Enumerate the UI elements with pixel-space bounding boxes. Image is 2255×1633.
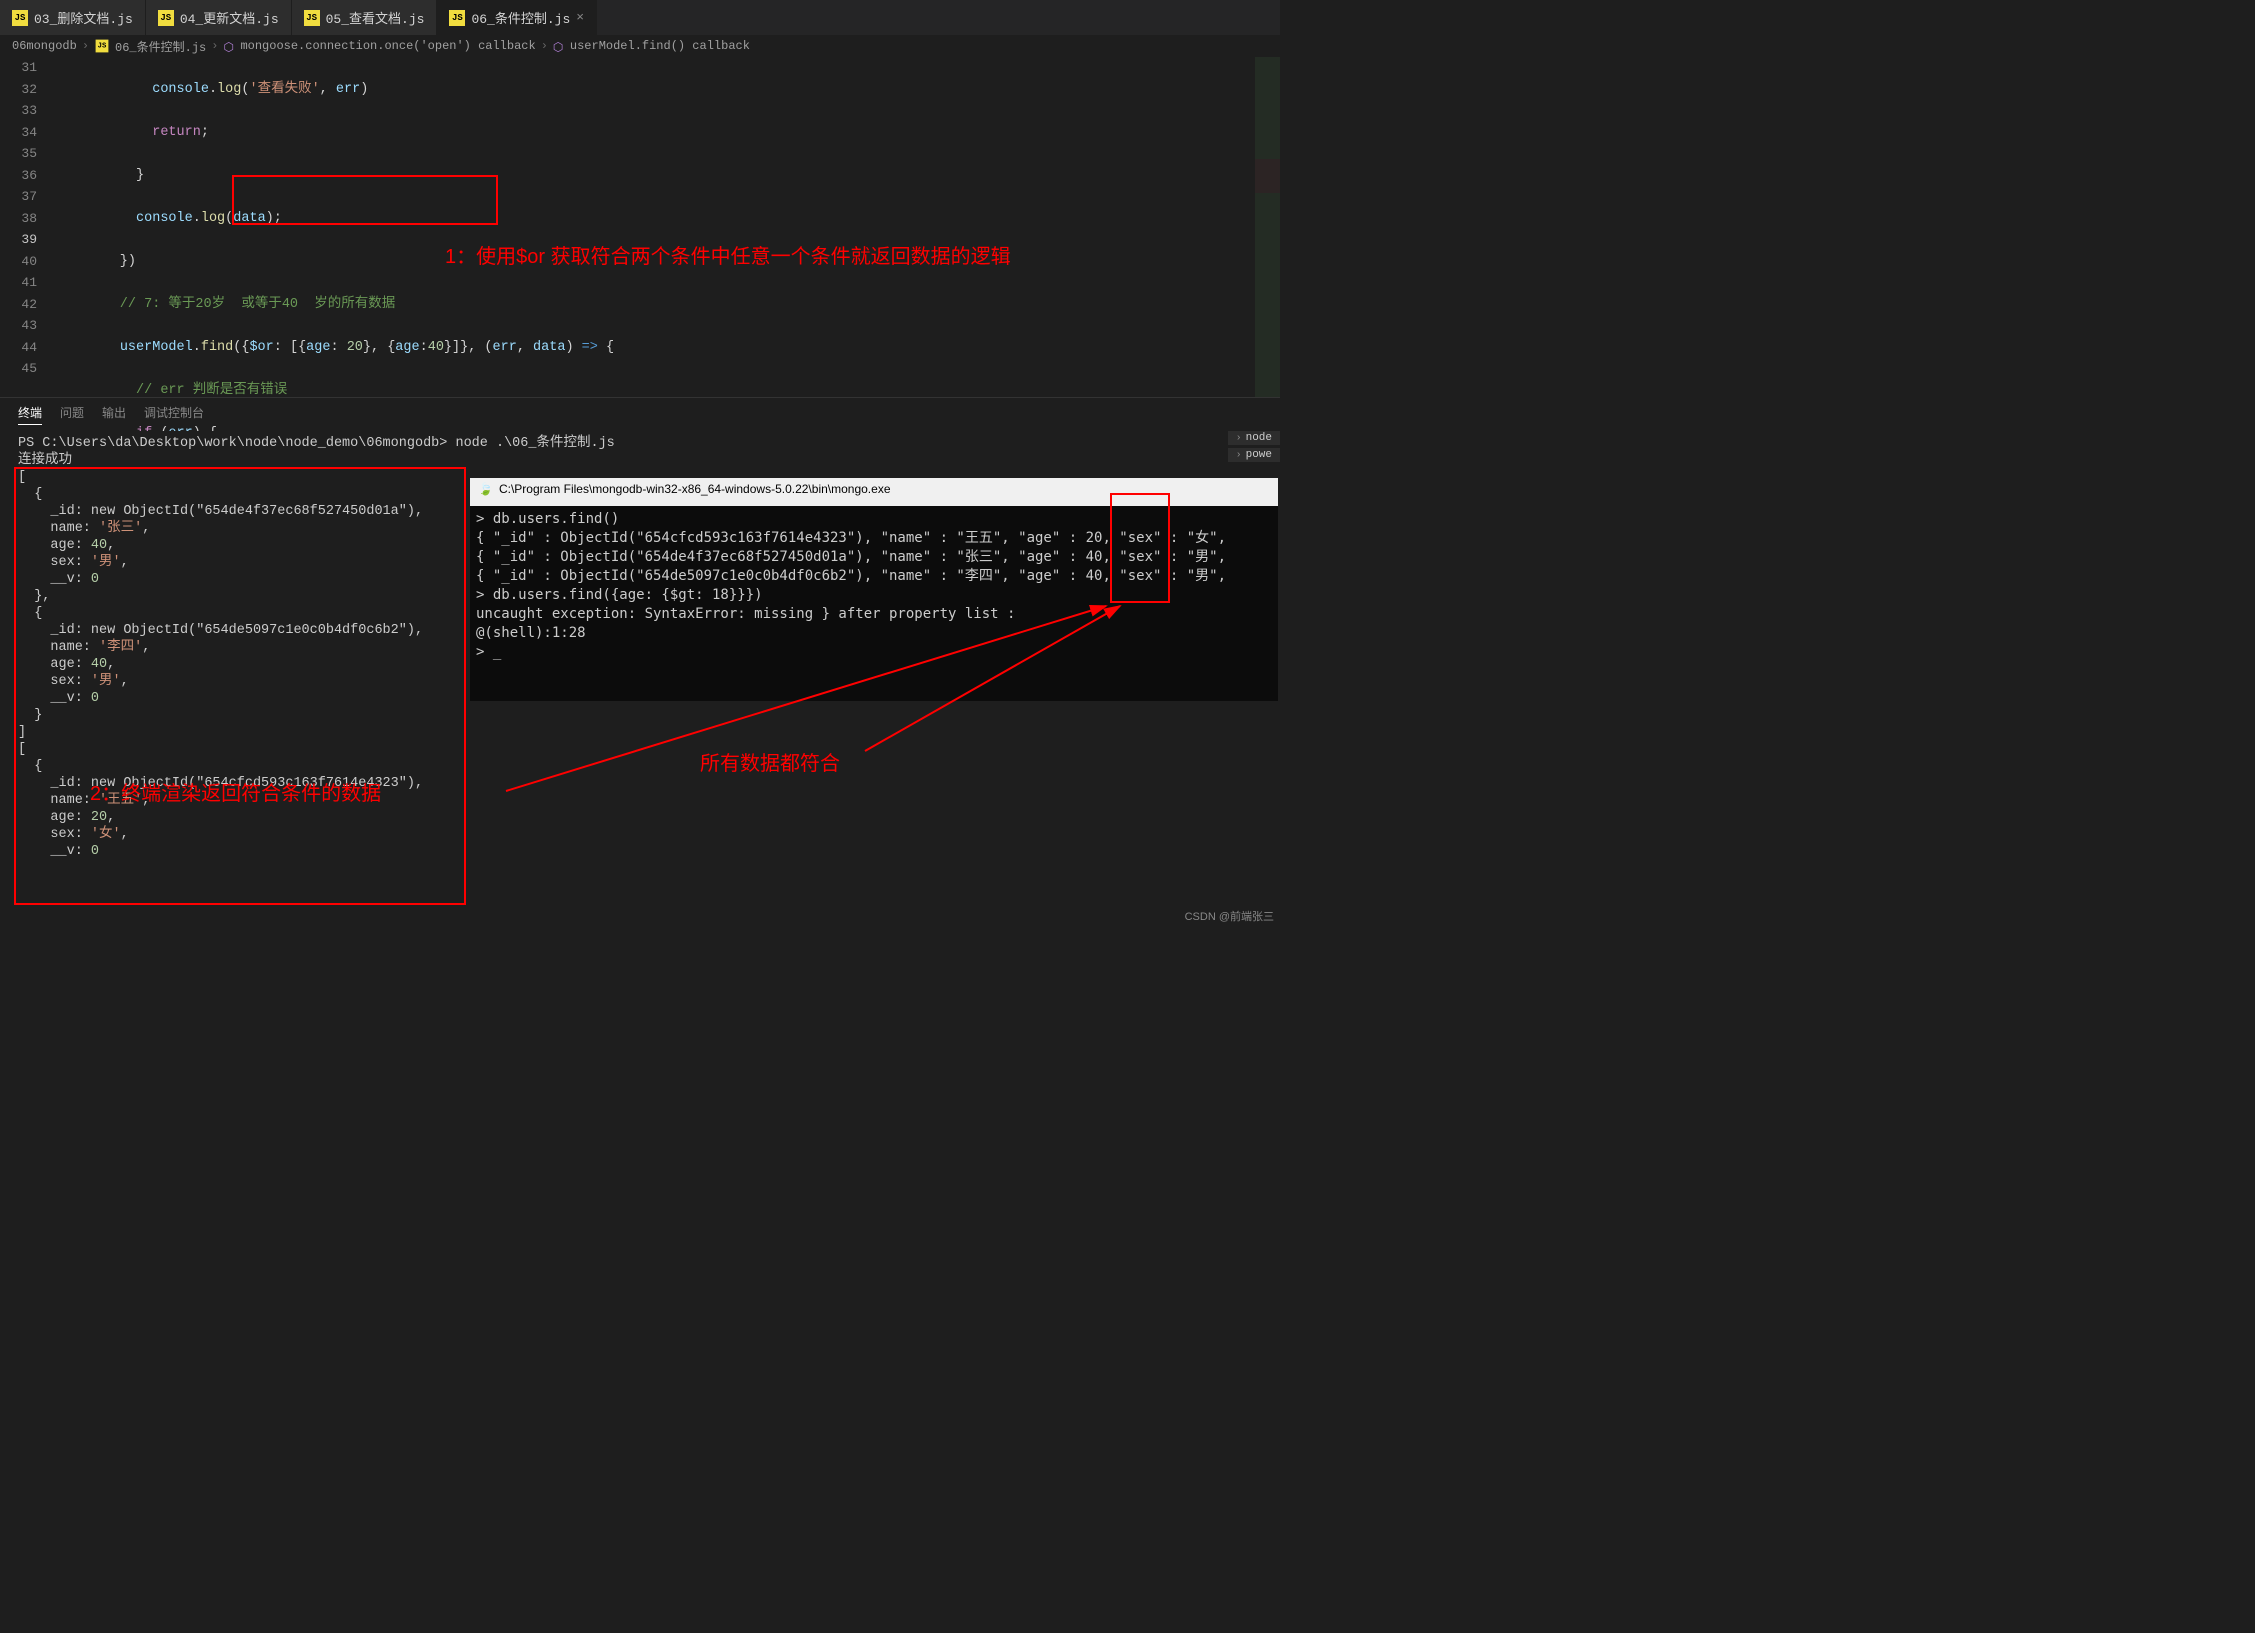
chevron-right-icon: › (541, 39, 548, 53)
tab-label: 05_查看文档.js (326, 8, 425, 27)
close-icon[interactable]: × (576, 10, 584, 25)
side-item-powershell[interactable]: ›powe (1228, 448, 1280, 462)
chevron-right-icon: › (211, 39, 218, 53)
chevron-right-icon: › (1236, 450, 1242, 461)
cube-icon (223, 40, 235, 52)
annotation-2: 2：终端渲染返回符合条件的数据 (90, 777, 381, 806)
breadcrumb: 06mongodb › JS 06_条件控制.js › mongoose.con… (0, 35, 1280, 57)
tab-04[interactable]: JS 04_更新文档.js (146, 0, 292, 35)
watermark: CSDN @前端张三 (1185, 908, 1274, 924)
tab-label: 06_条件控制.js (471, 8, 570, 27)
side-item-node[interactable]: ›node (1228, 431, 1280, 445)
breadcrumb-item[interactable]: userModel.find() callback (570, 39, 750, 53)
mongodb-icon: 🍃 (478, 482, 493, 496)
breadcrumb-item[interactable]: 06_条件控制.js (115, 38, 206, 55)
js-icon: JS (158, 10, 174, 26)
breadcrumb-item[interactable]: mongoose.connection.once('open') callbac… (240, 39, 535, 53)
line-numbers: 313233343536373839404142434445 (0, 57, 55, 397)
cube-icon (553, 40, 565, 52)
minimap[interactable] (1255, 57, 1280, 397)
js-icon: JS (304, 10, 320, 26)
tab-label: 03_删除文档.js (34, 8, 133, 27)
tab-03[interactable]: JS 03_删除文档.js (0, 0, 146, 35)
mongo-shell-window: 🍃 C:\Program Files\mongodb-win32-x86_64-… (470, 478, 1278, 701)
editor-tabs: JS 03_删除文档.js JS 04_更新文档.js JS 05_查看文档.j… (0, 0, 1280, 35)
js-icon: JS (449, 10, 465, 26)
terminal-side-panel: ›node ›powe (1228, 431, 1280, 462)
terminal[interactable]: ›node ›powe PS C:\Users\da\Desktop\work\… (0, 431, 1280, 921)
annotation-1: 1：使用$or 获取符合两个条件中任意一个条件就返回数据的逻辑 (445, 240, 1011, 269)
annotation-3: 所有数据都符合 (700, 747, 840, 776)
tab-terminal[interactable]: 终端 (18, 404, 42, 425)
tab-05[interactable]: JS 05_查看文档.js (292, 0, 438, 35)
js-icon: JS (12, 10, 28, 26)
code-content[interactable]: console.log('查看失败', err) return; } conso… (55, 57, 1280, 397)
tab-06[interactable]: JS 06_条件控制.js × (437, 0, 597, 35)
breadcrumb-item[interactable]: 06mongodb (12, 39, 77, 53)
tab-label: 04_更新文档.js (180, 8, 279, 27)
chevron-right-icon: › (82, 39, 89, 53)
mongo-output: > db.users.find() { "_id" : ObjectId("65… (470, 506, 1278, 701)
editor[interactable]: 313233343536373839404142434445 console.l… (0, 57, 1280, 397)
window-title: 🍃 C:\Program Files\mongodb-win32-x86_64-… (478, 482, 891, 496)
chevron-right-icon: › (1236, 433, 1242, 444)
js-icon: JS (96, 40, 109, 53)
